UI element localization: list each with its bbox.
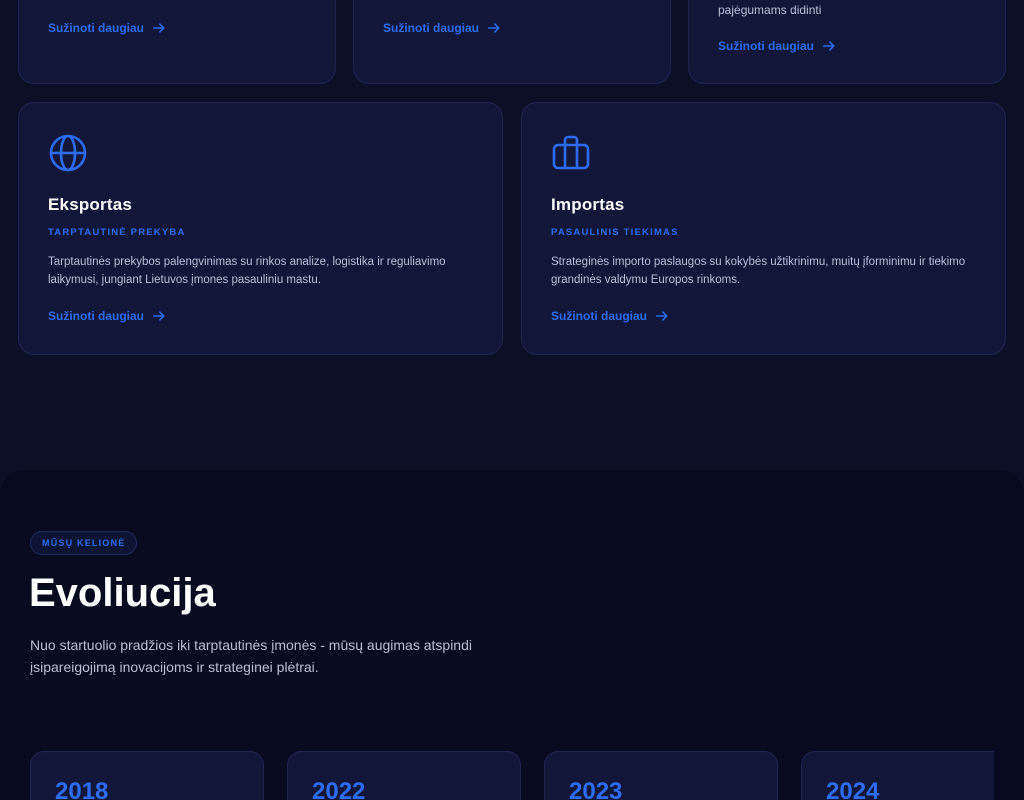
arrow-right-icon — [487, 23, 500, 33]
learn-more-label: Sužinoti daugiau — [383, 21, 479, 35]
section-badge: MŪSŲ KELIONĖ — [30, 531, 138, 555]
timeline-card-2022: 2022 — [287, 751, 521, 800]
arrow-right-icon — [655, 311, 668, 321]
learn-more-label: Sužinoti daugiau — [718, 39, 814, 53]
learn-more-link[interactable]: Sužinoti daugiau — [383, 21, 501, 35]
learn-more-label: Sužinoti daugiau — [48, 21, 144, 35]
learn-more-link[interactable]: Sužinoti daugiau — [48, 21, 166, 35]
timeline-card-2018: 2018 — [30, 751, 264, 800]
timeline-card-2023: 2023 — [544, 751, 778, 800]
arrow-right-icon — [822, 41, 835, 51]
service-card-top-3: pajėgumams didinti Sužinoti daugiau — [688, 0, 1006, 84]
service-description: Tarptautinės prekybos palengvinimas su r… — [48, 256, 446, 286]
service-card-export: Eksportas TARPTAUTINĖ PREKYBA Tarptautin… — [18, 102, 503, 355]
learn-more-link[interactable]: Sužinoti daugiau — [718, 39, 836, 53]
timeline-year: 2024 — [826, 778, 880, 800]
service-subtitle: TARPTAUTINĖ PREKYBA — [48, 227, 186, 238]
learn-more-label: Sužinoti daugiau — [551, 309, 647, 323]
section-description: Nuo startuolio pradžios iki tarptautinės… — [30, 637, 472, 675]
service-card-top-1: Sužinoti daugiau — [18, 0, 336, 84]
arrow-right-icon — [152, 311, 165, 321]
learn-more-label: Sužinoti daugiau — [48, 309, 144, 323]
learn-more-link[interactable]: Sužinoti daugiau — [551, 309, 669, 323]
timeline-card-2024: 2024 — [801, 751, 994, 800]
timeline-year: 2023 — [569, 778, 623, 800]
timeline-year: 2018 — [55, 778, 109, 800]
service-title: Eksportas — [48, 195, 133, 214]
service-subtitle: PASAULINIS TIEKIMAS — [551, 227, 679, 238]
globe-icon — [49, 134, 87, 172]
service-card-top-2: Sužinoti daugiau — [353, 0, 671, 84]
arrow-right-icon — [152, 23, 165, 33]
service-description: Strateginės importo paslaugos su kokybės… — [551, 256, 966, 286]
service-title: Importas — [551, 195, 625, 214]
section-title: Evoliucija — [29, 571, 216, 615]
service-card-import: Importas PASAULINIS TIEKIMAS Strateginės… — [521, 102, 1006, 355]
evolution-section: MŪSŲ KELIONĖ Evoliucija Nuo startuolio p… — [0, 470, 1024, 800]
card-description: pajėgumams didinti — [718, 3, 822, 17]
containers-icon — [552, 135, 590, 170]
page: Sužinoti daugiau Sužinoti daugiau pajėgu… — [0, 0, 1024, 800]
learn-more-link[interactable]: Sužinoti daugiau — [48, 309, 166, 323]
timeline-year: 2022 — [312, 778, 366, 800]
